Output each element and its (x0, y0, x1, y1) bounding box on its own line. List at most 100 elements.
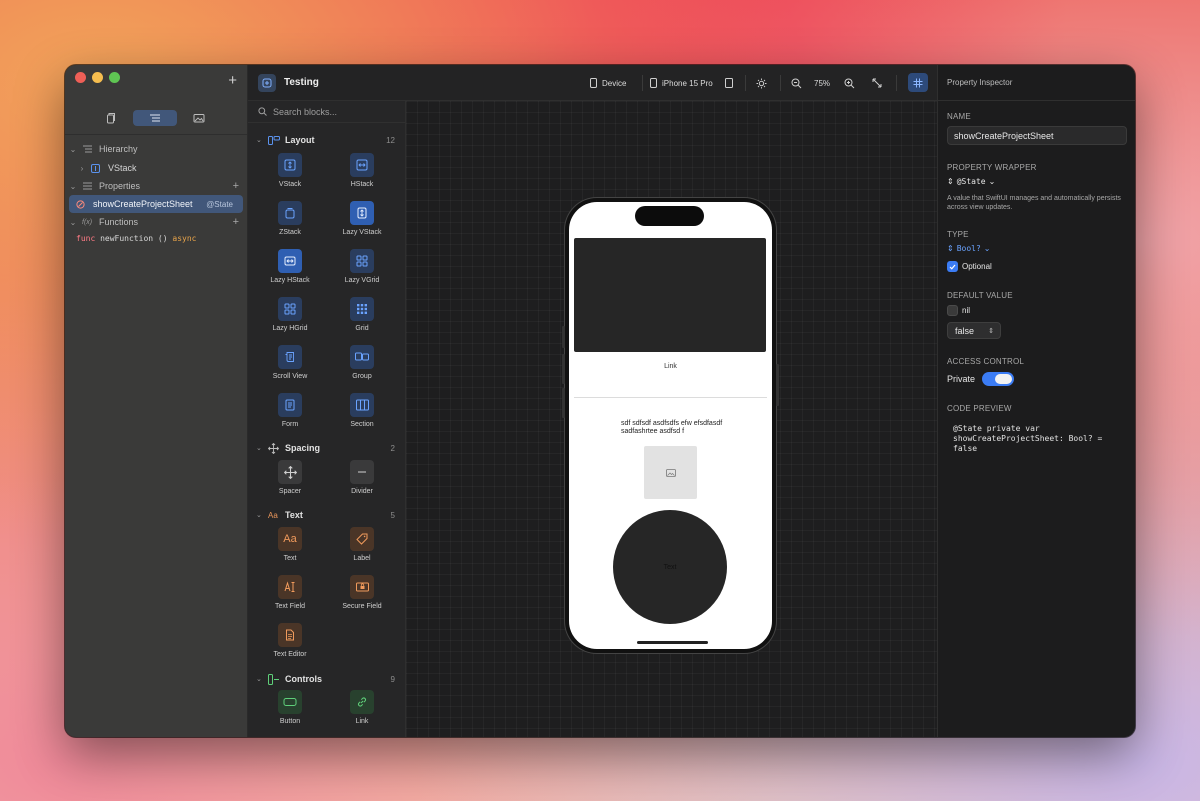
home-indicator (637, 641, 708, 644)
search-bar[interactable]: Search blocks... (248, 101, 405, 123)
category-name: Spacing (285, 443, 321, 453)
block-label[interactable]: Label (334, 527, 390, 562)
preview-divider[interactable] (574, 397, 767, 398)
access-control-toggle[interactable] (982, 372, 1014, 386)
optional-checkbox-row[interactable]: Optional (947, 261, 992, 272)
up-down-chevron-icon: ⇕ (988, 327, 994, 335)
category-text[interactable]: ⌄ Aa Text 5 (248, 506, 405, 524)
block-button[interactable]: Button (262, 690, 318, 725)
rotate-device-button[interactable] (725, 65, 738, 101)
category-layout[interactable]: ⌄ Layout 12 (248, 131, 405, 149)
properties-section[interactable]: ⌄ Properties + (65, 177, 247, 195)
block-zstack[interactable]: ZStack (262, 201, 318, 236)
fit-to-screen-button[interactable] (872, 65, 887, 101)
appearance-button[interactable] (756, 65, 772, 101)
hierarchy-section[interactable]: ⌄ Hierarchy (65, 140, 247, 158)
property-name-field[interactable]: showCreateProjectSheet (947, 126, 1127, 145)
phone-screen[interactable]: Link sdf sdfsdf asdfsdfs efw efsdfasdf s… (569, 202, 772, 649)
add-function-icon[interactable]: + (233, 216, 239, 228)
block-lazy-hstack[interactable]: Lazy HStack (262, 249, 318, 284)
block-vstack[interactable]: VStack (262, 153, 318, 188)
add-property-icon[interactable]: + (233, 180, 239, 192)
assets-tab[interactable] (177, 110, 221, 126)
toolbar-separator (745, 75, 746, 91)
category-spacing[interactable]: ⌄ Spacing 2 (248, 439, 405, 457)
property-inspector: Property Inspector NAME showCreateProjec… (937, 65, 1135, 737)
design-canvas[interactable]: Link sdf sdfsdf asdfsdfs efw efsdfasdf s… (406, 101, 937, 737)
block-label: Lazy HStack (270, 277, 310, 284)
function-item[interactable]: func newFunction () async (76, 234, 196, 243)
optional-checkbox[interactable] (947, 261, 958, 272)
nil-checkbox-row[interactable]: nil (947, 305, 970, 316)
minimize-window-button[interactable] (92, 72, 103, 83)
block-hstack[interactable]: HStack (334, 153, 390, 188)
add-icon[interactable]: + (228, 73, 237, 88)
toolbar-separator (780, 75, 781, 91)
sun-icon (756, 78, 767, 88)
tree-item-vstack[interactable]: › VStack (65, 159, 247, 177)
chevron-down-icon[interactable]: ⌄ (256, 675, 266, 683)
chevron-right-icon[interactable]: › (77, 164, 87, 173)
preview-link[interactable]: Link (569, 363, 772, 370)
device-button[interactable]: Device (590, 65, 626, 101)
preview-circle[interactable]: Text (613, 510, 727, 624)
chevron-down-icon[interactable]: ⌄ (68, 182, 78, 191)
block-link[interactable]: Link (334, 690, 390, 725)
zoom-out-button[interactable] (791, 65, 807, 101)
block-lazy-vgrid[interactable]: Lazy VGrid (334, 249, 390, 284)
block-text-field[interactable]: Text Field (262, 575, 318, 610)
chevron-down-icon[interactable]: ⌄ (256, 511, 266, 519)
files-tab[interactable] (89, 110, 133, 126)
default-value-select[interactable]: false ⇕ (947, 322, 1001, 339)
text-cursor-icon (278, 575, 302, 599)
block-secure-field[interactable]: Secure Field (334, 575, 390, 610)
functions-section[interactable]: ⌄ f(x) Functions + (65, 213, 247, 231)
block-lazy-vstack[interactable]: Lazy VStack (334, 201, 390, 236)
close-window-button[interactable] (75, 72, 86, 83)
expand-arrows-icon (872, 78, 882, 88)
chevron-down-icon[interactable]: ⌄ (68, 145, 78, 154)
iphone-icon (650, 78, 657, 88)
zoom-in-button[interactable] (844, 65, 860, 101)
app-window: + ⌄ Hierarchy › VStack ⌄ Properties + sh… (65, 65, 1135, 737)
project-icon[interactable] (258, 73, 276, 92)
nil-checkbox[interactable] (947, 305, 958, 316)
block-form[interactable]: Form (262, 393, 318, 428)
block-library: Search blocks... ⌄ Layout 12 VStack HSta… (248, 101, 406, 737)
property-row-selected[interactable]: showCreateProjectSheet @State (69, 195, 243, 213)
block-section[interactable]: Section (334, 393, 390, 428)
grid-toggle-button[interactable] (908, 73, 928, 92)
block-scroll-view[interactable]: Scroll View (262, 345, 318, 380)
chevron-down-icon: ⌄ (988, 177, 996, 186)
toolbar-separator (642, 75, 643, 91)
type-value: Bool? (956, 244, 981, 253)
chevron-down-icon[interactable]: ⌄ (256, 136, 266, 144)
preview-image-placeholder[interactable] (644, 446, 697, 499)
block-spacer[interactable]: Spacer (262, 460, 318, 495)
block-label: ZStack (279, 229, 301, 236)
block-divider[interactable]: Divider (334, 460, 390, 495)
preview-rectangle[interactable] (574, 238, 766, 352)
block-lazy-hgrid[interactable]: Lazy HGrid (262, 297, 318, 332)
block-label: Text Editor (273, 651, 307, 658)
preview-text[interactable]: sdf sdfsdf asdfsdfs efw efsdfasdf sadfas… (621, 420, 731, 436)
device-model-picker[interactable]: iPhone 15 Pro (650, 65, 713, 101)
functions-label: Functions (99, 217, 139, 227)
type-picker[interactable]: ⇕ Bool? ⌄ (947, 244, 991, 253)
block-text-editor[interactable]: Text Editor (262, 623, 318, 658)
property-wrapper-picker[interactable]: ⇕ @State ⌄ (947, 177, 995, 186)
block-grid[interactable]: Grid (334, 297, 390, 332)
type-label: TYPE (947, 230, 969, 239)
chevron-down-icon[interactable]: ⌄ (68, 218, 78, 227)
hierarchy-label: Hierarchy (99, 144, 138, 154)
block-text[interactable]: Aa Text (262, 527, 318, 562)
tag-icon (350, 527, 374, 551)
iphone-preview-frame: Link sdf sdfsdf asdfsdfs efw efsdfasdf s… (562, 198, 779, 653)
chevron-down-icon[interactable]: ⌄ (256, 444, 266, 452)
zoom-window-button[interactable] (109, 72, 120, 83)
block-group[interactable]: Group (334, 345, 390, 380)
form-icon (278, 393, 302, 417)
up-down-chevron-icon: ⇕ (947, 177, 954, 186)
category-controls[interactable]: ⌄ Controls 9 (248, 670, 405, 688)
hierarchy-tab[interactable] (133, 110, 177, 126)
